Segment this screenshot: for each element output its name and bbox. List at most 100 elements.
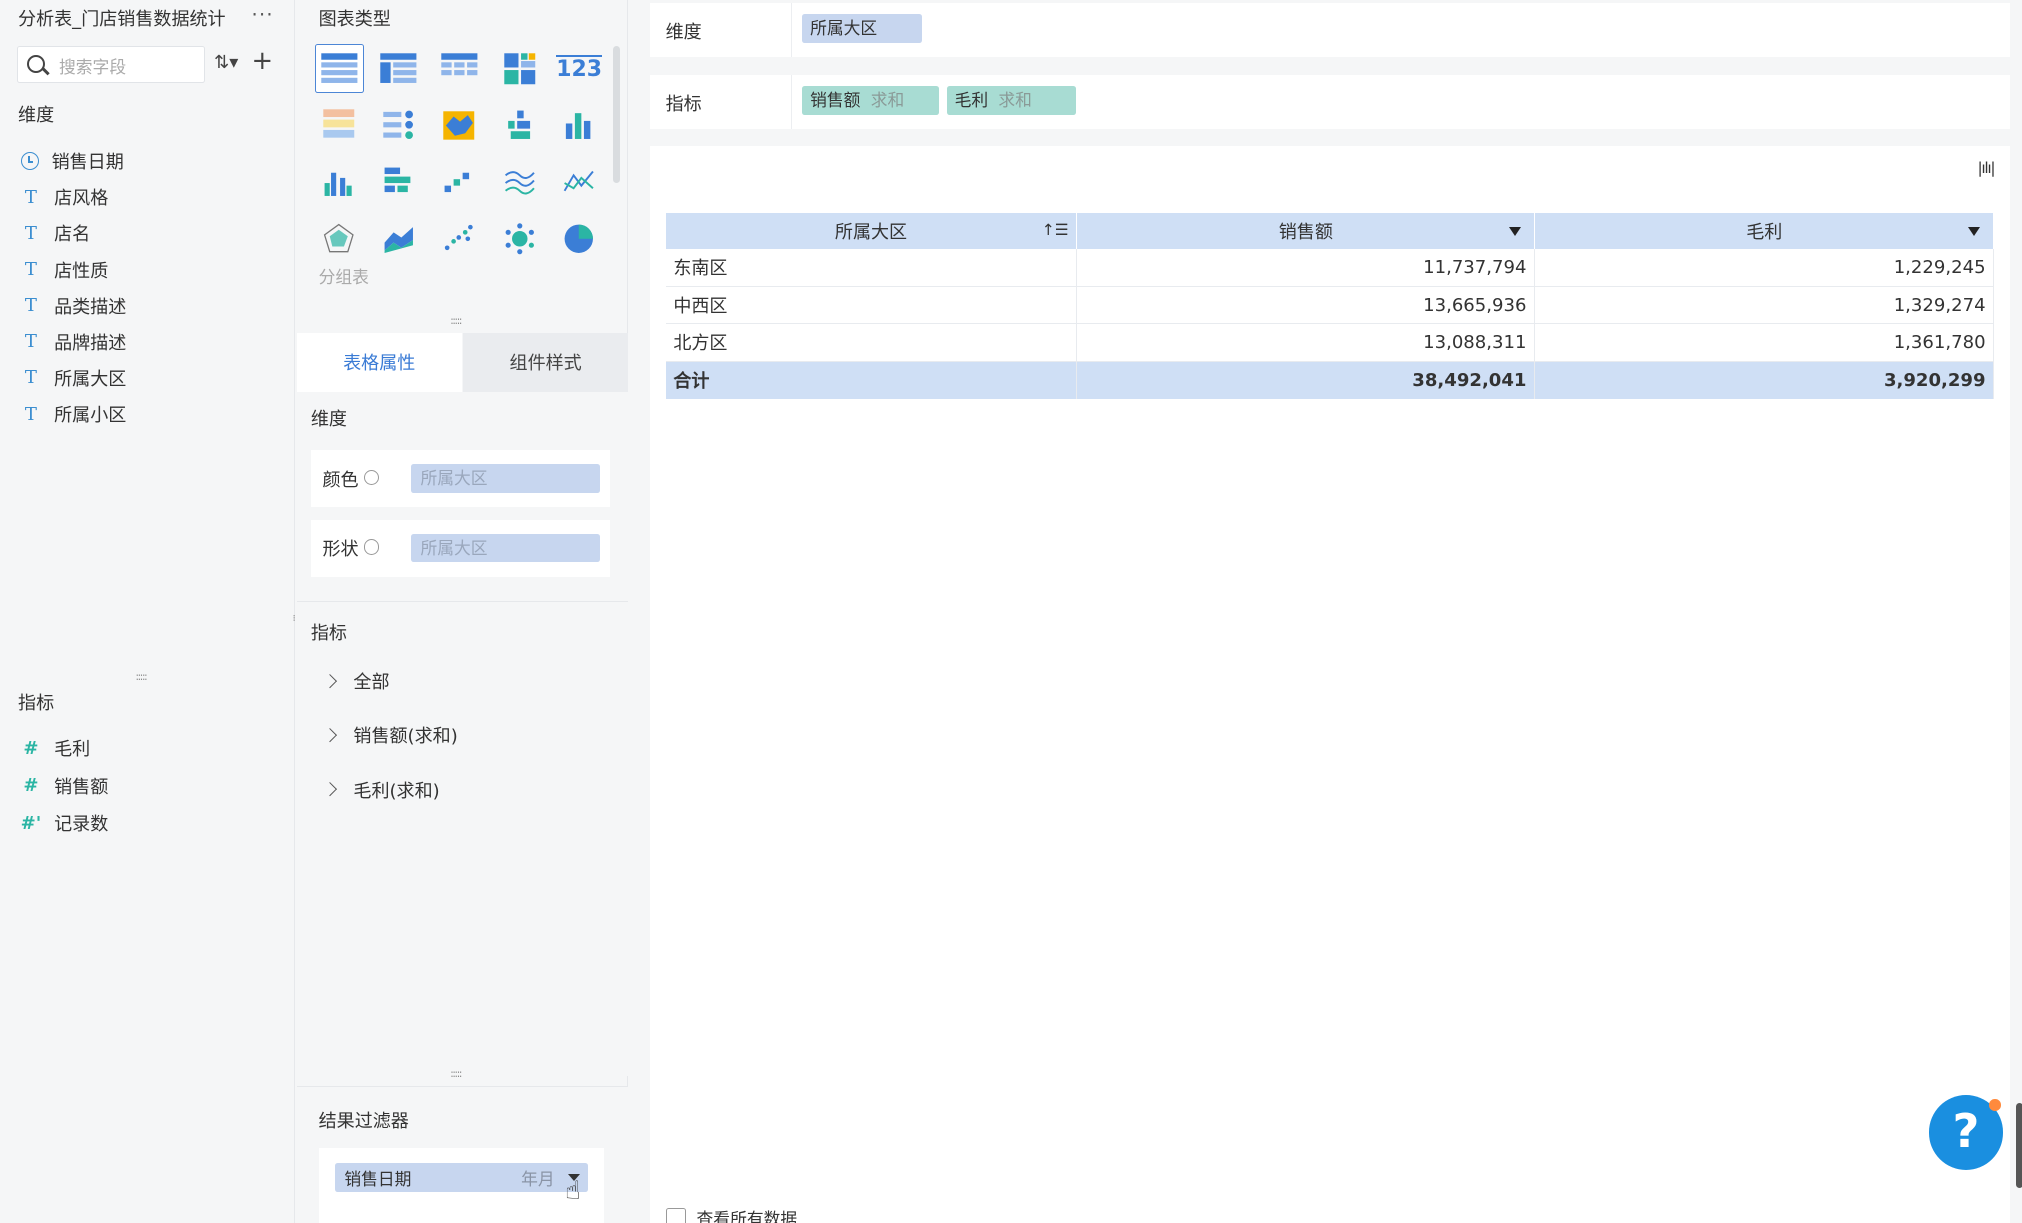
line-chart-icon[interactable] <box>495 157 544 206</box>
field-item[interactable]: T 品类描述 <box>21 292 126 320</box>
text-icon: T <box>24 259 37 281</box>
grouped-table-chart-icon[interactable] <box>314 43 364 93</box>
field-item[interactable]: T 店风格 <box>21 183 108 211</box>
dropdown-arrow-icon[interactable] <box>1968 227 1981 237</box>
waterfall-chart-icon[interactable] <box>435 157 484 206</box>
search-input[interactable]: 搜索字段 <box>16 46 206 83</box>
dimension-shelf[interactable]: 维度 所属大区 <box>650 2 2010 57</box>
property-dimension-label: 维度 <box>310 409 347 431</box>
hash-icon: # <box>23 775 39 797</box>
resize-handle-icon[interactable]: ::::: <box>135 671 147 683</box>
color-field-chip[interactable]: 所属大区 <box>411 464 600 493</box>
tab-table-properties[interactable]: 表格属性 <box>296 332 462 393</box>
scatter-chart-icon[interactable] <box>435 214 484 263</box>
field-item[interactable]: 销售日期 <box>20 147 124 175</box>
text-icon: T <box>24 403 37 425</box>
indicator-chart-icon[interactable] <box>374 101 423 150</box>
resize-handle-icon[interactable]: ::::: <box>450 1068 462 1080</box>
tree-item-sales[interactable]: 销售额(求和) <box>322 722 458 748</box>
property-measure-label: 指标 <box>310 623 347 645</box>
dimension-pill[interactable]: 所属大区 <box>802 14 923 43</box>
dimension-section-label: 维度 <box>18 104 55 126</box>
shape-field-chip[interactable]: 所属大区 <box>411 534 600 563</box>
bar-chart-icon[interactable] <box>374 157 423 206</box>
grouped-column-chart-icon[interactable] <box>315 157 364 206</box>
chart-type-title: 图表类型 <box>318 9 391 31</box>
measure-section-label: 指标 <box>18 692 55 714</box>
field-item[interactable]: #' 记录数 <box>21 809 109 837</box>
view-all-data-checkbox[interactable]: 查看所有数据 <box>665 1206 797 1223</box>
field-item[interactable]: T 店性质 <box>21 255 108 283</box>
field-item[interactable]: # 毛利 <box>21 734 90 762</box>
field-panel: 分析表_门店销售数据统计 ··· 搜索字段 ⇅▾ + 维度 销售日期 T 店风格 … <box>0 0 302 1223</box>
sort-icon[interactable]: ↑☰ <box>1042 221 1069 239</box>
filter-field-chip[interactable]: 销售日期 年月 <box>335 1163 589 1192</box>
chevron-right-icon <box>322 673 338 689</box>
chevron-right-icon <box>322 728 338 743</box>
property-tabs: 表格属性 组件样式 <box>296 332 629 393</box>
more-icon[interactable]: ··· <box>252 3 274 26</box>
heatmap-chart-icon[interactable] <box>495 44 544 93</box>
tab-component-style[interactable]: 组件样式 <box>463 332 629 393</box>
polyline-chart-icon[interactable] <box>555 157 604 206</box>
field-item[interactable]: T 品牌描述 <box>21 328 126 356</box>
analysis-title: 分析表_门店销售数据统计 <box>18 9 226 31</box>
stacked-bar-chart-icon[interactable] <box>495 101 544 150</box>
total-row: 合计 38,492,041 3,920,299 <box>665 361 1995 399</box>
checkbox[interactable] <box>665 1207 687 1223</box>
add-field-icon[interactable]: + <box>252 46 274 76</box>
color-property[interactable]: 颜色 所属大区 <box>310 450 611 507</box>
filter-box: 销售日期 年月 <box>318 1147 604 1223</box>
chart-type-scrollbar[interactable] <box>612 46 621 184</box>
field-item[interactable]: T 所属小区 <box>21 400 126 428</box>
shape-property[interactable]: 形状 所属大区 <box>310 519 611 577</box>
field-item[interactable]: # 销售额 <box>21 771 108 799</box>
table-row: 北方区 13,088,311 1,361,780 <box>665 323 1995 362</box>
header-profit[interactable]: 毛利 <box>1534 212 1995 249</box>
chevron-right-icon <box>322 782 338 797</box>
config-panel: 图表类型 123 分组表::::: 表格属性 组件样式 维度 颜色 所属大区 … <box>296 0 629 1223</box>
measure-shelf[interactable]: 指标 销售额 求和 毛利 求和 <box>650 74 2010 129</box>
property-body: 维度 颜色 所属大区 形状 所属大区 指标 全部 销售额(求和) 毛利(求和) <box>296 392 629 1076</box>
field-item[interactable]: T 店名 <box>21 219 90 247</box>
sort-fields-icon[interactable]: ⇅▾ <box>214 52 238 73</box>
measure-pill-sales[interactable]: 销售额 求和 <box>802 86 940 115</box>
search-icon <box>26 55 45 74</box>
tree-item-all[interactable]: 全部 <box>322 668 390 694</box>
measure-pill-profit[interactable]: 毛利 求和 <box>946 86 1076 115</box>
gear-icon[interactable] <box>363 469 380 486</box>
column-chart-icon[interactable] <box>555 101 604 150</box>
area-chart-icon[interactable] <box>374 214 423 263</box>
column-width-icon[interactable]: |ılı| <box>1977 159 1995 177</box>
bubble-chart-icon[interactable] <box>495 214 544 263</box>
scrollbar[interactable] <box>2016 1102 2022 1189</box>
search-placeholder: 搜索字段 <box>59 56 127 77</box>
notification-dot <box>1989 1099 2001 1111</box>
text-icon: T <box>24 331 37 353</box>
radar-chart-icon[interactable] <box>315 214 364 263</box>
gear-icon[interactable] <box>363 539 380 555</box>
text-icon: T <box>24 222 37 244</box>
pie-chart-icon[interactable] <box>555 214 604 263</box>
header-sales[interactable]: 销售额 <box>1076 212 1536 249</box>
dropdown-arrow-icon[interactable] <box>1509 227 1522 237</box>
cross-table-chart-icon[interactable] <box>374 44 423 93</box>
clock-icon <box>20 152 39 171</box>
filter-title: 结果过滤器 <box>318 1110 409 1132</box>
resize-handle-icon[interactable]: ::::: <box>450 315 462 327</box>
field-item[interactable]: T 所属大区 <box>21 364 126 392</box>
table-canvas: |ılı| 所属大区 ↑☰ 销售额 毛利 东南区 11,737,794 1,229,2… <box>650 145 2010 1223</box>
chart-area: 维度 所属大区 指标 销售额 求和 毛利 求和 |ılı| 所属大区 ↑☰ 销售额 毛… <box>629 0 2022 1223</box>
help-button[interactable]: ? <box>1928 1095 2004 1171</box>
map-chart-icon[interactable] <box>435 101 484 150</box>
text-icon: T <box>24 186 37 208</box>
divider <box>296 601 629 603</box>
header-region[interactable]: 所属大区 ↑☰ <box>665 212 1078 249</box>
kpi-number-chart-icon[interactable]: 123 <box>555 44 604 93</box>
kpi-card-chart-icon[interactable] <box>315 101 364 150</box>
text-icon: T <box>24 367 37 389</box>
data-table: 所属大区 ↑☰ 销售额 毛利 东南区 11,737,794 1,229,245 中西区… <box>665 212 1995 399</box>
detail-table-chart-icon[interactable] <box>435 44 484 93</box>
tree-item-profit[interactable]: 毛利(求和) <box>322 777 440 803</box>
table-row: 东南区 11,737,794 1,229,245 <box>665 248 1995 287</box>
